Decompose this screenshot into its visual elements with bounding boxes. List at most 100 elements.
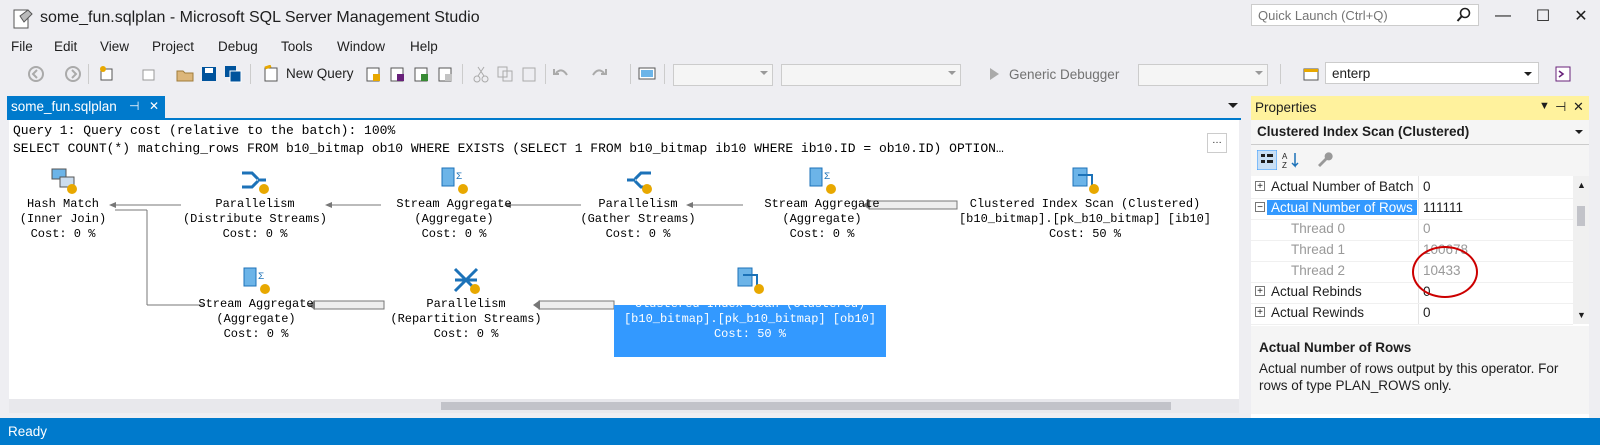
copy-icon[interactable] — [496, 65, 514, 83]
plan-node-stream-aggregate-3[interactable]: Σ Stream Aggregate (Aggregate) Cost: 0 % — [190, 265, 322, 342]
alphabetical-icon[interactable]: AZ — [1281, 150, 1301, 170]
properties-header: Properties ▼ ⊣ ✕ — [1251, 96, 1589, 120]
ssms-app-icon — [13, 9, 33, 29]
expand-icon[interactable]: + — [1255, 307, 1265, 318]
status-text: Ready — [8, 424, 48, 439]
scroll-thumb[interactable] — [1577, 206, 1585, 226]
prop-row-actual-number-of-batch[interactable]: + Actual Number of Batch 0 — [1251, 176, 1573, 199]
scroll-up-icon[interactable]: ▲ — [1577, 180, 1586, 190]
menu-debug[interactable]: Debug — [218, 39, 258, 54]
collapse-icon[interactable]: − — [1255, 202, 1265, 213]
prop-row-actual-rewinds[interactable]: + Actual Rewinds 0 — [1251, 302, 1573, 325]
menu-help[interactable]: Help — [410, 39, 438, 54]
expand-icon[interactable]: + — [1255, 181, 1265, 192]
tab-label: some_fun.sqlplan — [11, 99, 117, 114]
plan-node-parallelism-distribute[interactable]: Parallelism (Distribute Streams) Cost: 0… — [180, 165, 330, 242]
scroll-down-icon[interactable]: ▼ — [1577, 310, 1586, 320]
expand-icon[interactable]: + — [1255, 286, 1265, 297]
xmla-query-icon[interactable] — [436, 65, 454, 83]
mdx-query-icon[interactable] — [412, 65, 430, 83]
quick-launch-box[interactable] — [1251, 4, 1479, 26]
svg-text:A: A — [1282, 152, 1288, 161]
forward-icon[interactable] — [64, 65, 82, 83]
categorized-icon[interactable] — [1257, 150, 1277, 170]
object-selector[interactable]: Clustered Index Scan (Clustered) — [1251, 120, 1589, 145]
parallelism-icon — [242, 171, 269, 194]
property-pages-icon[interactable] — [1315, 150, 1333, 168]
undo-icon[interactable] — [552, 65, 570, 83]
debug-target-combo[interactable] — [1138, 64, 1268, 86]
code-view-icon[interactable] — [1554, 65, 1572, 83]
stream-aggregate-icon: Σ — [809, 167, 836, 194]
menu-bar: File Edit View Project Debug Tools Windo… — [0, 36, 1600, 58]
plan-node-stream-aggregate-1[interactable]: Σ Stream Aggregate (Aggregate) Cost: 0 % — [388, 165, 520, 242]
save-all-icon[interactable] — [224, 65, 242, 83]
properties-title: Properties — [1255, 100, 1317, 115]
save-icon[interactable] — [200, 65, 218, 83]
close-tab-icon[interactable]: ✕ — [149, 99, 159, 113]
clustered-index-scan-icon — [737, 267, 764, 294]
solution-platform-combo[interactable] — [781, 64, 961, 86]
plan-node-stream-aggregate-2[interactable]: Σ Stream Aggregate (Aggregate) Cost: 0 % — [756, 165, 888, 242]
database-value: enterp — [1332, 66, 1371, 81]
svg-text:Z: Z — [1282, 161, 1287, 170]
available-databases-combo[interactable]: enterp — [1325, 62, 1539, 84]
cut-icon[interactable] — [472, 65, 490, 83]
add-item-icon[interactable] — [140, 65, 158, 83]
prop-row-actual-number-of-rows[interactable]: − Actual Number of Rows 111111 — [1251, 197, 1573, 220]
stream-aggregate-icon: Σ — [243, 267, 270, 294]
property-grid-scrollbar[interactable]: ▲ ▼ — [1573, 176, 1589, 324]
new-project-icon[interactable] — [98, 65, 116, 83]
plan-node-parallelism-gather[interactable]: Parallelism (Gather Streams) Cost: 0 % — [578, 165, 698, 242]
display-plan-icon[interactable] — [638, 65, 656, 83]
window-title: some_fun.sqlplan - Microsoft SQL Server … — [40, 9, 480, 26]
available-databases-icon — [1303, 68, 1319, 81]
quick-launch-input[interactable] — [1252, 5, 1460, 25]
back-icon[interactable] — [27, 65, 45, 83]
prop-row-thread-0[interactable]: Thread 0 0 — [1251, 218, 1573, 241]
analysis-query-icon[interactable] — [388, 65, 406, 83]
menu-edit[interactable]: Edit — [54, 39, 77, 54]
parallelism-icon — [453, 267, 480, 294]
clustered-index-scan-icon — [1072, 167, 1099, 194]
close-pane-icon[interactable]: ✕ — [1573, 99, 1584, 115]
scroll-thumb[interactable] — [441, 402, 1171, 410]
menu-view[interactable]: View — [100, 39, 129, 54]
menu-project[interactable]: Project — [152, 39, 194, 54]
solution-config-combo[interactable] — [673, 64, 773, 86]
plan-node-hash-match[interactable]: Hash Match (Inner Join) Cost: 0 % — [18, 165, 108, 242]
pin-pane-icon[interactable]: ⊣ — [1555, 99, 1566, 115]
minimize-button[interactable]: — — [1493, 6, 1513, 26]
plan-node-parallelism-repartition[interactable]: Parallelism (Repartition Streams) Cost: … — [385, 265, 547, 342]
stream-aggregate-icon: Σ — [441, 167, 468, 194]
menu-window[interactable]: Window — [337, 39, 385, 54]
db-engine-query-icon[interactable] — [364, 65, 382, 83]
description-title: Actual Number of Rows — [1259, 340, 1412, 355]
plan-node-clustered-index-scan-ib10[interactable]: Clustered Index Scan (Clustered) [b10_bi… — [952, 165, 1218, 242]
paste-icon[interactable] — [520, 65, 538, 83]
parallelism-icon — [627, 171, 652, 194]
maximize-button[interactable]: ☐ — [1533, 6, 1553, 26]
close-window-button[interactable]: ✕ — [1571, 6, 1591, 26]
prop-row-thread-1[interactable]: Thread 1 100678 — [1251, 239, 1573, 262]
new-query-button[interactable]: New Query — [286, 66, 354, 81]
pin-tab-icon[interactable]: ⊣ — [129, 99, 139, 113]
menu-tools[interactable]: Tools — [281, 39, 313, 54]
plan-node-clustered-index-scan-ob10[interactable]: Clustered Index Scan (Clustered) [b10_bi… — [614, 265, 886, 342]
properties-toolbar: AZ — [1251, 145, 1589, 175]
annotation-circle — [1412, 246, 1478, 298]
pane-dropdown-icon[interactable]: ▼ — [1539, 100, 1550, 112]
menu-file[interactable]: File — [11, 39, 33, 54]
horizontal-scrollbar[interactable] — [9, 399, 1239, 413]
search-icon[interactable] — [1456, 7, 1472, 23]
new-query-icon[interactable] — [262, 65, 280, 83]
start-debugger-icon[interactable] — [985, 65, 1003, 83]
redo-icon[interactable] — [590, 65, 608, 83]
open-file-icon[interactable] — [176, 65, 194, 83]
generic-debugger-button[interactable]: Generic Debugger — [1009, 67, 1119, 82]
selected-object-name: Clustered Index Scan (Clustered) — [1257, 124, 1470, 139]
tab-overflow-dropdown-icon[interactable] — [1228, 103, 1238, 108]
tab-some-fun-sqlplan[interactable]: some_fun.sqlplan ⊣ ✕ — [7, 96, 165, 118]
svg-text:Σ: Σ — [456, 172, 462, 183]
prop-row-actual-rebinds[interactable]: + Actual Rebinds 0 — [1251, 281, 1573, 304]
